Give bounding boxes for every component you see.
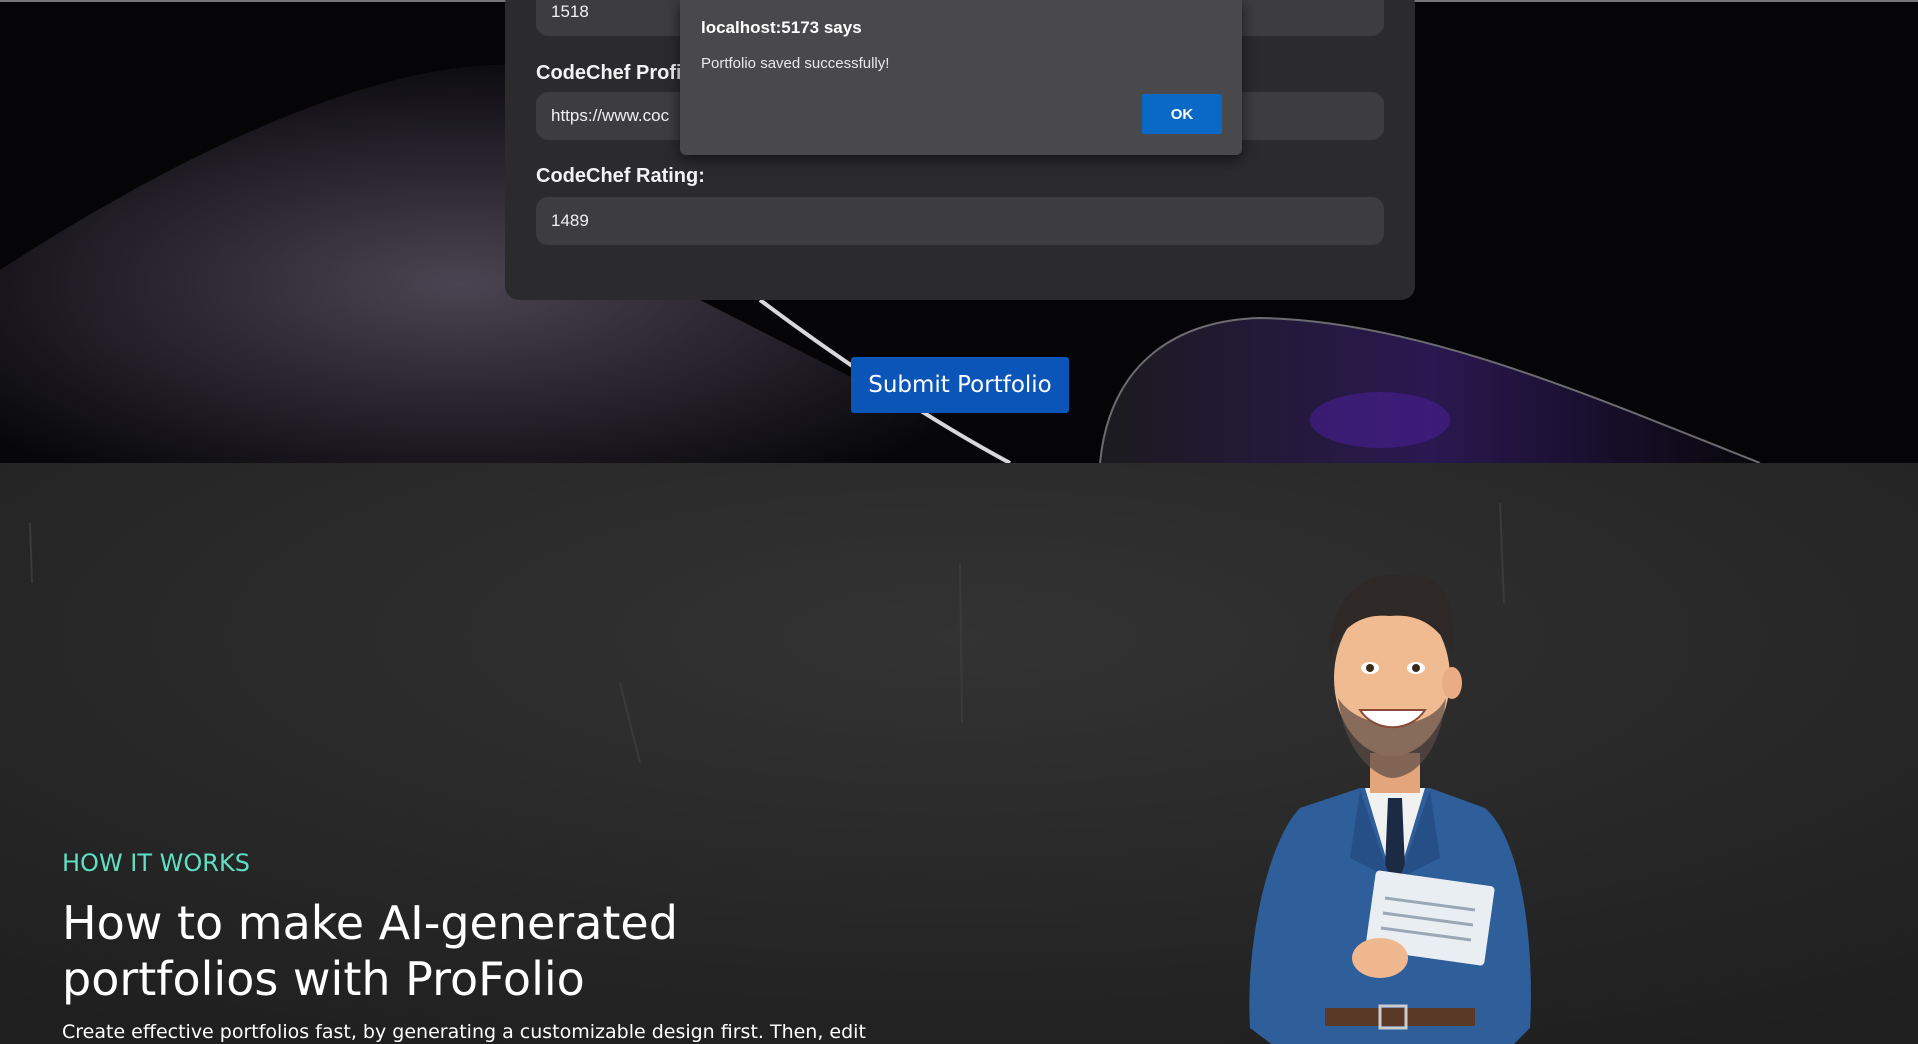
previous-rating-value: 1518 xyxy=(551,2,589,21)
submit-portfolio-button[interactable]: Submit Portfolio xyxy=(851,357,1069,413)
codechef-profile-value: https://www.coc xyxy=(551,106,670,125)
dialog-message: Portfolio saved successfully! xyxy=(701,55,890,72)
how-it-works-section: HOW IT WORKS How to make AI-generated po… xyxy=(0,463,1918,1044)
section-headline: How to make AI-generated portfolios with… xyxy=(62,896,678,1006)
businessman-illustration xyxy=(1249,574,1531,1044)
codechef-profile-label: CodeChef Profi xyxy=(536,62,682,84)
codechef-rating-input[interactable]: 1489 xyxy=(536,197,1384,245)
codechef-rating-label: CodeChef Rating: xyxy=(536,165,705,187)
dialog-ok-button[interactable]: OK xyxy=(1142,94,1222,134)
dialog-title: localhost:5173 says xyxy=(701,18,862,37)
section-description: Create effective portfolios fast, by gen… xyxy=(62,1021,866,1043)
alert-dialog: localhost:5173 says Portfolio saved succ… xyxy=(680,0,1242,155)
section-eyebrow: HOW IT WORKS xyxy=(62,849,250,877)
codechef-rating-value: 1489 xyxy=(551,211,589,230)
